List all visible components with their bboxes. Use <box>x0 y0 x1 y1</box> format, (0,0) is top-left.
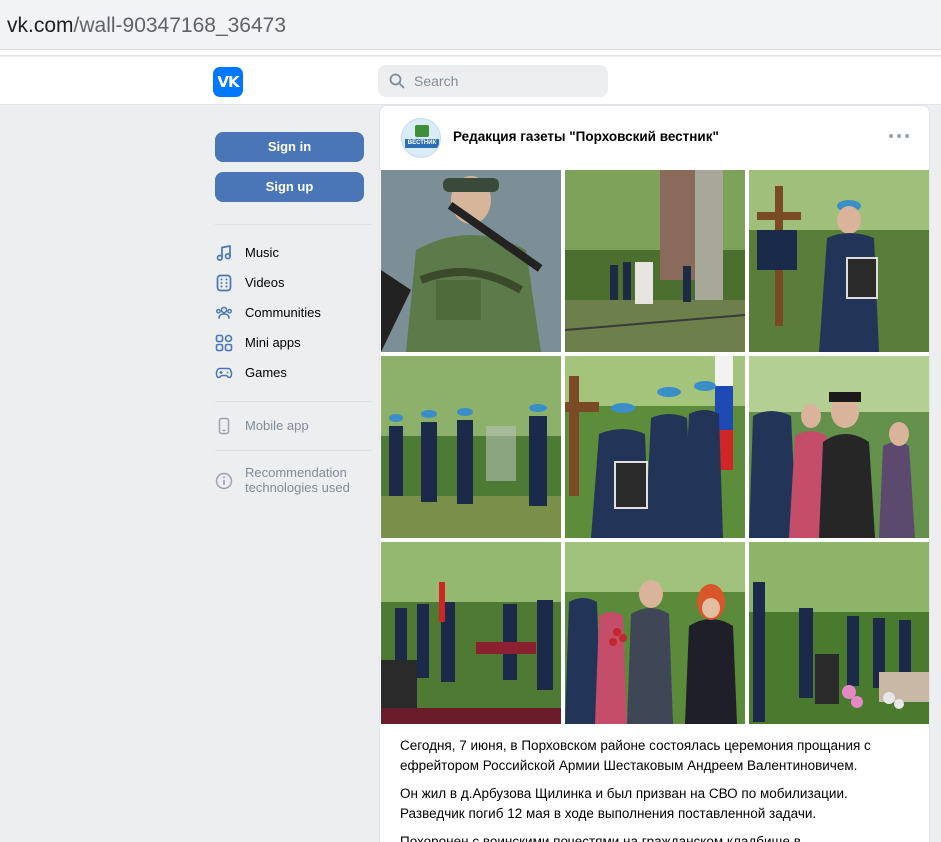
sidebar-item-videos[interactable]: Videos <box>213 268 371 298</box>
sidebar-item-label: Music <box>245 245 279 260</box>
gamepad-icon <box>215 367 233 379</box>
post-text: Сегодня, 7 июня, в Порховском районе сос… <box>400 736 915 842</box>
more-options-icon[interactable] <box>887 130 911 142</box>
search-placeholder: Search <box>414 73 459 89</box>
sign-in-button[interactable]: Sign in <box>215 132 364 162</box>
sidebar-item-label: Mini apps <box>245 335 301 350</box>
sign-up-button[interactable]: Sign up <box>215 172 364 202</box>
photo-8[interactable] <box>565 542 745 724</box>
sidebar-divider <box>215 224 371 225</box>
photo-1[interactable] <box>381 170 561 352</box>
sidebar-item-games[interactable]: Games <box>213 358 371 388</box>
recommendation-label: Recommendation technologies used <box>245 465 350 495</box>
photo-6[interactable] <box>749 356 929 538</box>
sidebar-item-label: Mobile app <box>245 418 309 433</box>
sidebar-divider <box>215 401 371 402</box>
photo-5[interactable] <box>565 356 745 538</box>
photo-2[interactable] <box>565 170 745 352</box>
communities-icon <box>216 306 233 319</box>
sidebar-item-label: Communities <box>245 305 321 320</box>
mini-apps-icon <box>215 334 233 352</box>
photo-3[interactable] <box>749 170 929 352</box>
avatar-emblem <box>415 125 429 137</box>
avatar[interactable]: ВЕСТНИК <box>401 118 441 158</box>
post-paragraph: Он жил в д.Арбузова Щилинка и был призва… <box>400 786 848 821</box>
search-input[interactable]: Search <box>378 65 608 97</box>
search-icon <box>389 73 405 89</box>
photo-7[interactable] <box>381 542 561 724</box>
post-paragraph: Похоронен с воинскими почестями на гражд… <box>400 834 801 842</box>
browser-url-bar[interactable]: vk.com/wall-90347168_36473 <box>0 0 941 50</box>
sidebar-divider <box>215 450 371 451</box>
post-author[interactable]: Редакция газеты "Порховский вестник" <box>453 129 719 144</box>
sidebar-item-mobile-app[interactable]: Mobile app <box>213 411 371 441</box>
photo-4[interactable] <box>381 356 561 538</box>
sidebar-item-mini-apps[interactable]: Mini apps <box>213 328 371 358</box>
recommendation-info[interactable]: Recommendation technologies used <box>213 465 371 499</box>
sidebar-item-label: Videos <box>245 275 285 290</box>
sidebar-item-communities[interactable]: Communities <box>213 298 371 328</box>
post-paragraph: Сегодня, 7 июня, в Порховском районе сос… <box>400 738 871 773</box>
photo-9[interactable] <box>749 542 929 724</box>
avatar-label: ВЕСТНИК <box>405 139 439 148</box>
info-icon <box>215 472 233 490</box>
post-card: ВЕСТНИК Редакция газеты "Порховский вест… <box>379 105 930 842</box>
photo-grid <box>381 170 929 724</box>
url-path: /wall-90347168_36473 <box>73 14 287 37</box>
music-icon <box>216 245 231 261</box>
vk-logo[interactable]: VK <box>213 67 243 97</box>
browser-separator <box>0 50 941 56</box>
url-host: vk.com <box>7 14 74 37</box>
video-icon <box>216 274 232 292</box>
sidebar-item-music[interactable]: Music <box>213 238 371 268</box>
top-header: VK Search <box>0 57 941 105</box>
smartphone-icon <box>218 417 230 435</box>
url-text[interactable]: vk.com/wall-90347168_36473 <box>7 14 286 38</box>
sidebar-item-label: Games <box>245 365 287 380</box>
